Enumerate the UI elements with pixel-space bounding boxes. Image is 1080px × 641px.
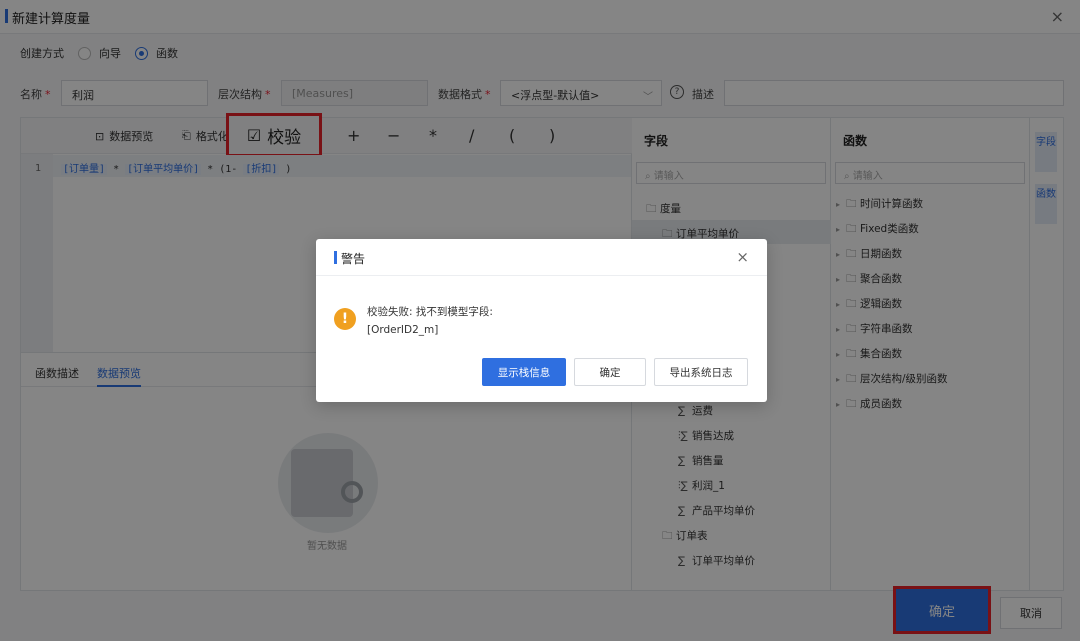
warning-message: 校验失败: 找不到模型字段: [OrderID2_m]	[367, 303, 493, 339]
warning-modal-header: 警告 ×	[316, 239, 767, 276]
modal-close-icon[interactable]: ×	[736, 248, 749, 266]
warning-message-line2: [OrderID2_m]	[367, 324, 439, 336]
show-stack-button[interactable]: 显示栈信息	[482, 358, 566, 386]
warning-modal-title: 警告	[341, 252, 366, 266]
warning-modal: 警告 × ! 校验失败: 找不到模型字段: [OrderID2_m] 显示栈信息…	[316, 239, 767, 402]
export-log-button[interactable]: 导出系统日志	[654, 358, 748, 386]
warning-message-line1: 校验失败: 找不到模型字段:	[367, 306, 493, 318]
warning-icon: !	[334, 308, 356, 330]
modal-ok-button[interactable]: 确定	[574, 358, 646, 386]
modal-title-accent-bar	[334, 251, 337, 264]
